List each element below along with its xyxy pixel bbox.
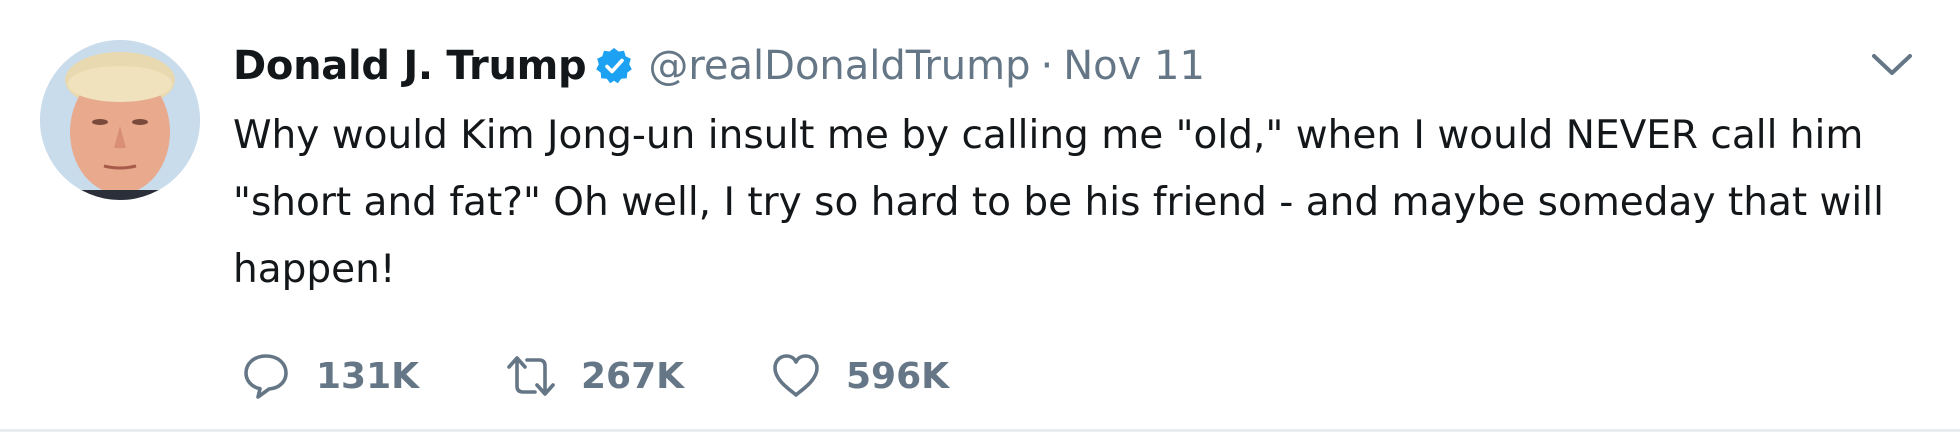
verified-badge-icon [594, 46, 634, 86]
retweet-icon [505, 350, 557, 402]
user-handle[interactable]: @realDonaldTrump [648, 43, 1030, 89]
tweet-card[interactable]: Donald J. Trump @realDonaldTrump · Nov 1… [0, 0, 1960, 432]
like-button[interactable]: 596K [770, 350, 990, 402]
retweet-count: 267K [581, 355, 685, 397]
tweet-timestamp[interactable]: Nov 11 [1063, 43, 1205, 89]
reply-count: 131K [316, 355, 420, 397]
like-count: 596K [846, 355, 950, 397]
more-options-button[interactable] [1870, 50, 1914, 80]
retweet-button[interactable]: 267K [505, 350, 770, 402]
tweet-text: Why would Kim Jong-un insult me by calli… [233, 113, 1884, 292]
tweet-header: Donald J. Trump @realDonaldTrump · Nov 1… [233, 36, 1913, 96]
chevron-down-icon [1872, 54, 1912, 75]
reply-button[interactable]: 131K [240, 350, 505, 402]
tweet-content: Donald J. Trump @realDonaldTrump · Nov 1… [233, 36, 1913, 303]
heart-icon [770, 350, 822, 402]
tweet-actions: 131K 267K 596K [240, 350, 990, 402]
separator-dot: · [1040, 43, 1054, 89]
avatar[interactable] [40, 40, 200, 200]
display-name[interactable]: Donald J. Trump [233, 43, 587, 89]
reply-icon [240, 350, 292, 402]
